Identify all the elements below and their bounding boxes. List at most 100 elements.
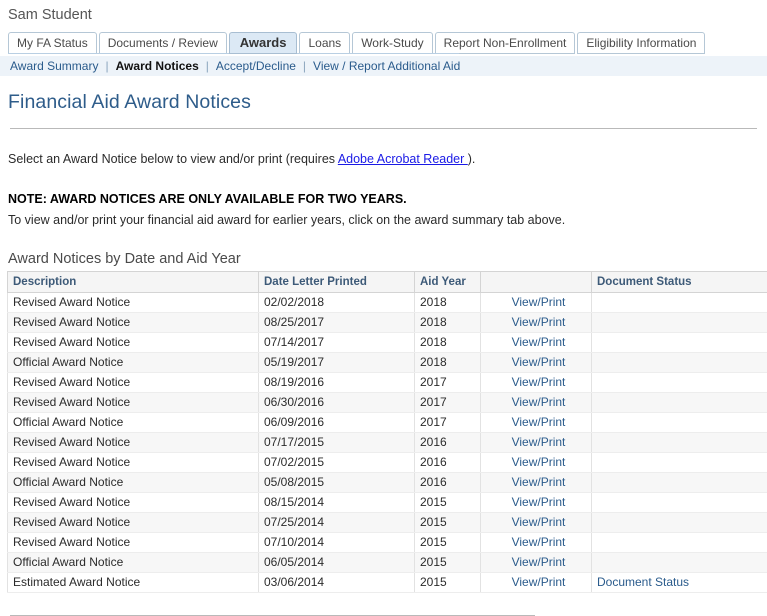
view-print-link[interactable]: View/Print (512, 455, 566, 469)
intro-text-after: ). (468, 152, 476, 166)
cell-action: View/Print (481, 553, 592, 573)
cell-description: Revised Award Notice (8, 453, 259, 473)
cell-aid-year: 2015 (415, 513, 481, 533)
table-head: Description Date Letter Printed Aid Year… (8, 272, 767, 293)
cell-description: Revised Award Notice (8, 493, 259, 513)
cell-date-letter-printed: 06/05/2014 (259, 553, 415, 573)
cell-action: View/Print (481, 393, 592, 413)
cell-document-status (592, 533, 767, 553)
subnav-separator: | (98, 59, 115, 73)
cell-date-letter-printed: 07/17/2015 (259, 433, 415, 453)
cell-aid-year: 2015 (415, 553, 481, 573)
view-print-link[interactable]: View/Print (512, 575, 566, 589)
cell-document-status (592, 413, 767, 433)
table-row: Revised Award Notice08/25/20172018View/P… (8, 313, 767, 333)
cell-document-status (592, 373, 767, 393)
column-header-description: Description (8, 272, 259, 293)
title-divider (10, 128, 757, 129)
cell-document-status (592, 353, 767, 373)
cell-description: Revised Award Notice (8, 293, 259, 313)
view-print-link[interactable]: View/Print (512, 435, 566, 449)
tab-work-study[interactable]: Work-Study (352, 32, 432, 54)
award-notices-table: Description Date Letter Printed Aid Year… (7, 271, 767, 593)
secondary-nav: Award Summary|Award Notices|Accept/Decli… (0, 56, 767, 76)
cell-aid-year: 2018 (415, 333, 481, 353)
cell-aid-year: 2017 (415, 373, 481, 393)
tab-report-non-enrollment[interactable]: Report Non-Enrollment (435, 32, 576, 54)
cell-date-letter-printed: 08/25/2017 (259, 313, 415, 333)
view-print-link[interactable]: View/Print (512, 535, 566, 549)
view-print-link[interactable]: View/Print (512, 295, 566, 309)
cell-document-status (592, 333, 767, 353)
subnav-item-view-report-additional-aid[interactable]: View / Report Additional Aid (313, 59, 460, 73)
cell-action: View/Print (481, 413, 592, 433)
subnav-item-award-summary[interactable]: Award Summary (10, 59, 98, 73)
table-row: Revised Award Notice07/17/20152016View/P… (8, 433, 767, 453)
table-row: Official Award Notice05/19/20172018View/… (8, 353, 767, 373)
cell-description: Revised Award Notice (8, 533, 259, 553)
cell-date-letter-printed: 07/02/2015 (259, 453, 415, 473)
tab-my-fa-status[interactable]: My FA Status (8, 32, 97, 54)
cell-description: Official Award Notice (8, 353, 259, 373)
cell-document-status (592, 553, 767, 573)
user-name: Sam Student (0, 0, 767, 24)
cell-aid-year: 2018 (415, 353, 481, 373)
table-row: Revised Award Notice02/02/20182018View/P… (8, 293, 767, 313)
view-print-link[interactable]: View/Print (512, 375, 566, 389)
cell-aid-year: 2016 (415, 473, 481, 493)
cell-date-letter-printed: 08/19/2016 (259, 373, 415, 393)
cell-action: View/Print (481, 293, 592, 313)
cell-action: View/Print (481, 353, 592, 373)
cell-action: View/Print (481, 333, 592, 353)
cell-date-letter-printed: 03/06/2014 (259, 573, 415, 593)
view-print-link[interactable]: View/Print (512, 355, 566, 369)
view-print-link[interactable]: View/Print (512, 315, 566, 329)
table-row: Revised Award Notice07/02/20152016 View/P… (8, 453, 767, 473)
tab-documents-review[interactable]: Documents / Review (99, 32, 227, 54)
cell-action: View/Print (481, 493, 592, 513)
cell-aid-year: 2016 (415, 433, 481, 453)
cell-date-letter-printed: 07/14/2017 (259, 333, 415, 353)
table-heading: Award Notices by Date and Aid Year (8, 250, 767, 268)
subnav-item-accept-decline[interactable]: Accept/Decline (216, 59, 296, 73)
table-row: Estimated Award Notice03/06/20142015 View… (8, 573, 767, 593)
cell-action: View/Print (481, 453, 592, 473)
cell-date-letter-printed: 07/10/2014 (259, 533, 415, 553)
cell-description: Estimated Award Notice (8, 573, 259, 593)
view-print-link[interactable]: View/Print (512, 515, 566, 529)
view-print-link[interactable]: View/Print (512, 555, 566, 569)
adobe-acrobat-reader-link[interactable]: Adobe Acrobat Reader (338, 152, 468, 166)
view-print-link[interactable]: View/Print (512, 415, 566, 429)
primary-tab-strip: My FA StatusDocuments / ReviewAwardsLoan… (8, 32, 767, 54)
cell-aid-year: 2015 (415, 573, 481, 593)
subnav-separator: | (296, 59, 313, 73)
cell-action: View/Print (481, 433, 592, 453)
subnav-separator: | (199, 59, 216, 73)
tab-loans[interactable]: Loans (299, 32, 350, 54)
view-print-link[interactable]: View/Print (512, 495, 566, 509)
tab-awards[interactable]: Awards (229, 32, 298, 54)
cell-document-status (592, 433, 767, 453)
view-print-link[interactable]: View/Print (512, 395, 566, 409)
cell-document-status (592, 393, 767, 413)
document-status-link[interactable]: Document Status (597, 575, 689, 589)
cell-document-status (592, 293, 767, 313)
availability-note: NOTE: AWARD NOTICES ARE ONLY AVAILABLE F… (8, 191, 767, 207)
cell-description: Official Award Notice (8, 413, 259, 433)
cell-description: Official Award Notice (8, 473, 259, 493)
page-root: Sam Student My FA StatusDocuments / Revi… (0, 0, 767, 616)
view-print-link[interactable]: View/Print (512, 475, 566, 489)
cell-document-status (592, 473, 767, 493)
cell-aid-year: 2016 (415, 453, 481, 473)
cell-date-letter-printed: 06/09/2016 (259, 413, 415, 433)
cell-aid-year: 2018 (415, 293, 481, 313)
cell-description: Revised Award Notice (8, 513, 259, 533)
table-row: Revised Award Notice08/15/20142015View/P… (8, 493, 767, 513)
cell-aid-year: 2017 (415, 393, 481, 413)
cell-aid-year: 2015 (415, 533, 481, 553)
cell-action: View/Print (481, 513, 592, 533)
view-print-link[interactable]: View/Print (512, 335, 566, 349)
tab-eligibility-information[interactable]: Eligibility Information (577, 32, 705, 54)
cell-date-letter-printed: 06/30/2016 (259, 393, 415, 413)
availability-note-detail: To view and/or print your financial aid … (8, 212, 767, 228)
